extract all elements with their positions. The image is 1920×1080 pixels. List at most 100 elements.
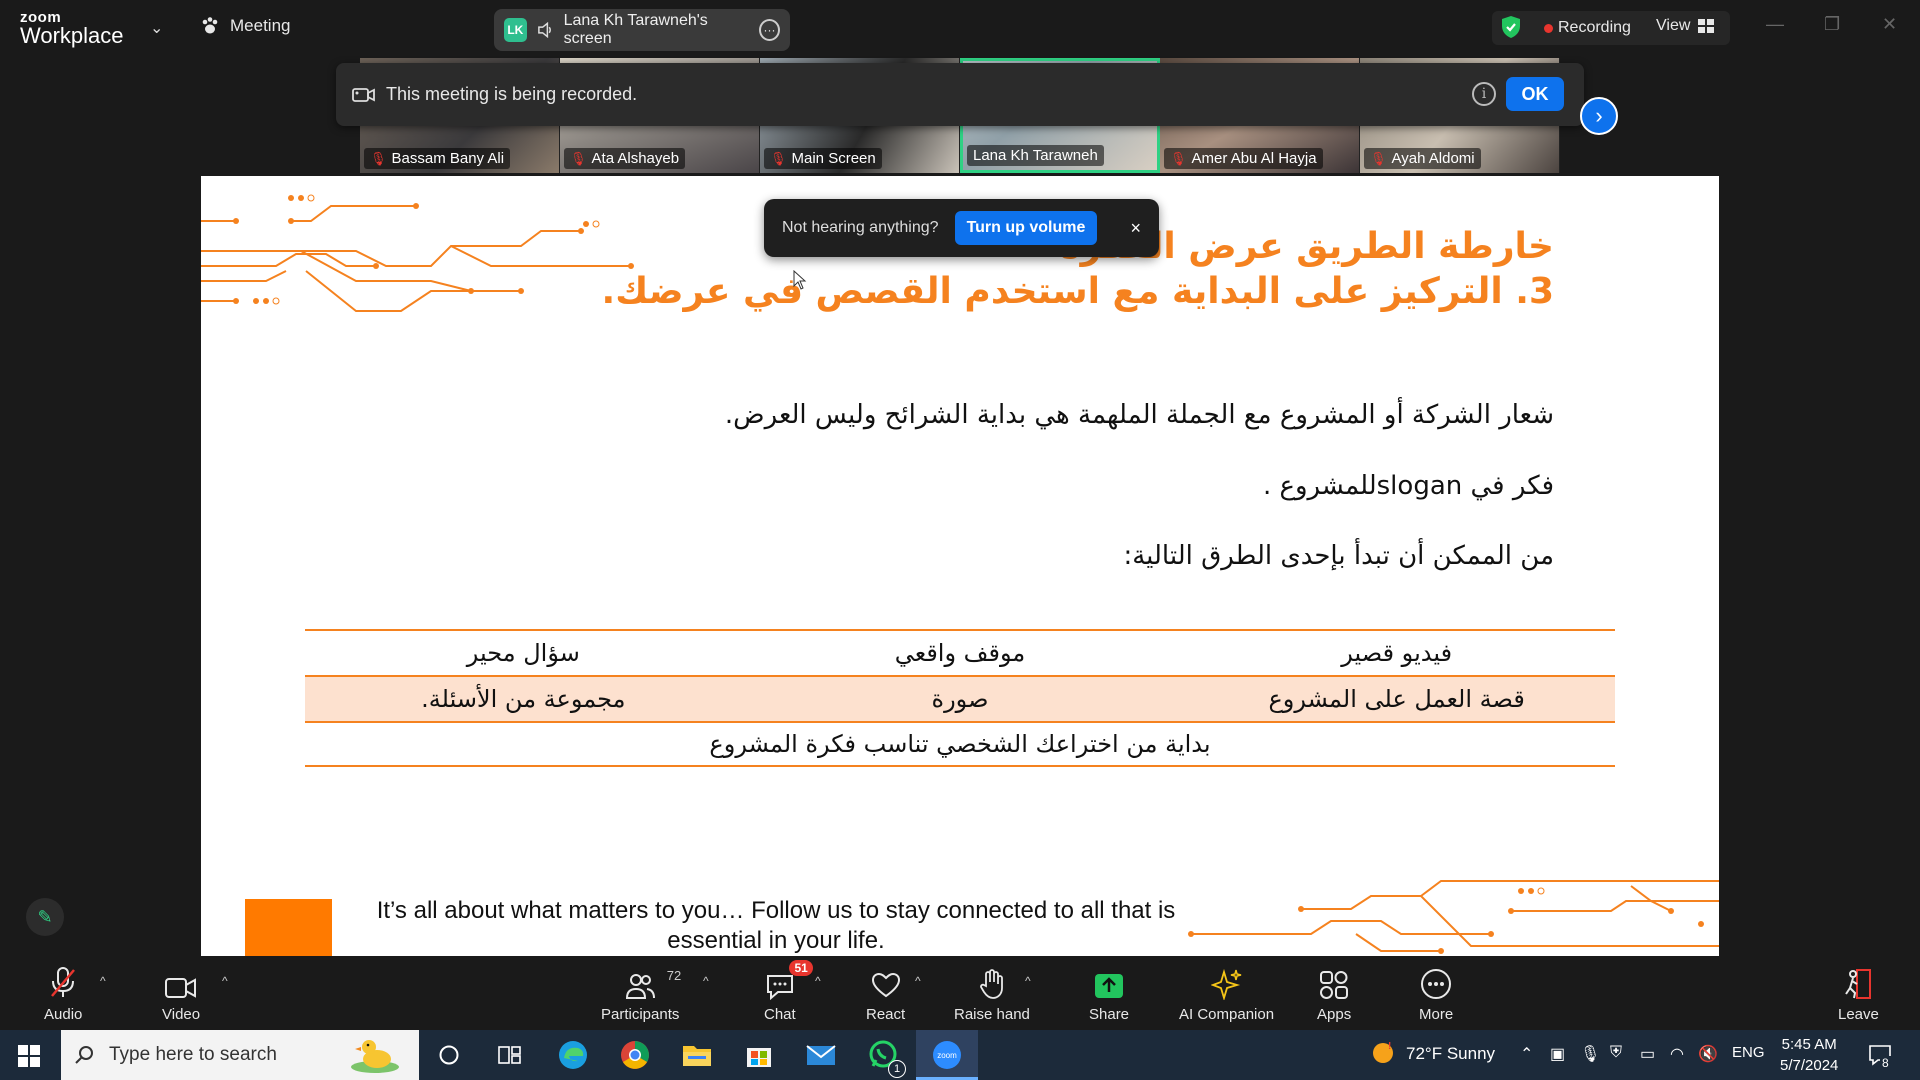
chevron-down-icon[interactable]: ⌄ bbox=[150, 18, 163, 38]
react-label: React bbox=[866, 1006, 906, 1023]
chevron-up-icon[interactable]: ^ bbox=[222, 974, 228, 988]
microphone-tray-icon[interactable]: 🎙 bbox=[1580, 1044, 1600, 1064]
ai-companion-label: AI Companion bbox=[1179, 1006, 1275, 1023]
weather-sun-icon[interactable]: ! bbox=[1370, 1040, 1396, 1066]
participant-name: Main Screen bbox=[791, 150, 876, 167]
turn-up-volume-button[interactable]: Turn up volume bbox=[954, 211, 1098, 245]
windows-start-icon[interactable] bbox=[18, 1045, 40, 1067]
leave-button[interactable]: Leave bbox=[1838, 966, 1879, 1023]
camera-tray-icon[interactable]: ▣ bbox=[1550, 1044, 1565, 1064]
logo-bottom-text: Workplace bbox=[20, 23, 124, 48]
whatsapp-notification-badge: 1 bbox=[888, 1060, 906, 1078]
participants-count: 72 bbox=[666, 968, 682, 983]
security-shield-icon[interactable] bbox=[1500, 15, 1522, 39]
sparkle-icon bbox=[1210, 966, 1243, 1000]
participant-name: Bassam Bany Ali bbox=[391, 150, 505, 167]
chevron-up-icon[interactable]: ^ bbox=[1025, 974, 1031, 988]
table-cell: مجموعة من الأسئلة. bbox=[421, 685, 626, 713]
slide-table: فيديو قصير موقف واقعي سؤال محير قصة العم… bbox=[305, 629, 1615, 767]
video-button[interactable]: Video bbox=[162, 966, 200, 1023]
chevron-up-icon[interactable]: ^ bbox=[915, 974, 921, 988]
chevron-up-icon[interactable]: ^ bbox=[703, 974, 709, 988]
table-cell: سؤال محير bbox=[466, 639, 580, 667]
share-button[interactable]: Share bbox=[1089, 966, 1129, 1023]
raise-hand-button[interactable]: Raise hand bbox=[954, 966, 1030, 1023]
view-button[interactable]: View bbox=[1656, 17, 1715, 35]
microsoft-store-icon[interactable] bbox=[742, 1038, 776, 1072]
view-label: View bbox=[1656, 17, 1691, 34]
wifi-icon[interactable]: ◠ bbox=[1670, 1044, 1684, 1064]
slide-text-line: شعار الشركة أو المشروع مع الجملة الملهمة… bbox=[724, 400, 1554, 430]
participants-button[interactable]: 72 Participants bbox=[601, 966, 682, 1023]
mic-muted-icon: 🎙 bbox=[570, 150, 587, 166]
chat-unread-badge: 51 bbox=[789, 960, 813, 976]
recording-banner: This meeting is being recorded. i OK bbox=[336, 63, 1584, 126]
clock-time: 5:45 AM bbox=[1781, 1036, 1837, 1053]
recording-banner-text: This meeting is being recorded. bbox=[386, 84, 638, 104]
mic-muted-icon: 🎙 bbox=[1370, 150, 1387, 166]
shared-screen-pill[interactable]: LK Lana Kh Tarawneh's screen ··· bbox=[494, 9, 790, 51]
slide-text-line: من الممكن أن تبدأ بإحدى الطرق التالية: bbox=[1123, 541, 1554, 571]
next-page-arrow-icon[interactable]: › bbox=[1580, 97, 1618, 135]
audio-button[interactable]: Audio bbox=[44, 966, 82, 1023]
edge-browser-icon[interactable] bbox=[556, 1038, 590, 1072]
mail-icon[interactable] bbox=[804, 1038, 838, 1072]
recording-label[interactable]: Recording bbox=[1558, 19, 1631, 37]
taskbar-search-box[interactable]: Type here to search bbox=[61, 1030, 419, 1080]
info-icon[interactable]: i bbox=[1472, 82, 1496, 106]
chat-bubble-icon: 51 bbox=[765, 960, 813, 1000]
participant-name: Lana Kh Tarawneh bbox=[973, 147, 1098, 164]
shared-slide: خارطة الطريق عرض الفكرة 3. التركيز على ا… bbox=[201, 176, 1719, 956]
video-label: Video bbox=[162, 1006, 201, 1023]
chevron-up-icon[interactable]: ^ bbox=[815, 974, 821, 988]
chat-button[interactable]: 51 Chat bbox=[764, 960, 813, 1023]
grid-view-icon bbox=[1698, 19, 1715, 33]
table-row: قصة العمل على المشروع صورة مجموعة من الأ… bbox=[305, 675, 1615, 721]
more-dots-icon bbox=[1420, 966, 1452, 1000]
table-cell: صورة bbox=[931, 685, 989, 713]
close-window-icon[interactable]: ✕ bbox=[1882, 14, 1897, 35]
heart-react-icon bbox=[871, 966, 901, 1000]
search-icon bbox=[75, 1046, 93, 1064]
network-security-icon[interactable]: ⛨ bbox=[1610, 1044, 1622, 1062]
participant-name: Amer Abu Al Hayja bbox=[1191, 150, 1317, 167]
audio-toast: Not hearing anything? Turn up volume × bbox=[764, 199, 1159, 257]
chat-label: Chat bbox=[764, 1006, 796, 1023]
volume-muted-icon[interactable]: 🔇 bbox=[1698, 1044, 1718, 1064]
chevron-up-icon[interactable]: ⌃ bbox=[1520, 1044, 1533, 1064]
slide-footer-text: It’s all about what matters to you… Foll… bbox=[376, 897, 1176, 954]
participants-label: Participants bbox=[601, 1006, 680, 1023]
task-view-icon[interactable] bbox=[498, 1044, 522, 1066]
weather-text[interactable]: 72°F Sunny bbox=[1406, 1044, 1495, 1064]
zoom-taskbar-active[interactable]: zoom bbox=[916, 1030, 978, 1080]
ai-companion-button[interactable]: AI Companion bbox=[1179, 966, 1274, 1023]
ok-button[interactable]: OK bbox=[1506, 77, 1564, 111]
maximize-icon[interactable]: ❐ bbox=[1824, 14, 1840, 35]
more-options-icon[interactable]: ··· bbox=[759, 19, 780, 41]
chrome-browser-icon[interactable] bbox=[618, 1038, 652, 1072]
raise-hand-icon bbox=[978, 966, 1006, 1000]
zoom-app-icon: zoom bbox=[933, 1041, 961, 1069]
more-button[interactable]: More bbox=[1419, 966, 1453, 1023]
clock-date: 5/7/2024 bbox=[1780, 1057, 1839, 1074]
annotate-pen-icon[interactable]: ✎ bbox=[26, 898, 64, 936]
language-indicator[interactable]: ENG bbox=[1732, 1044, 1765, 1061]
file-explorer-icon[interactable] bbox=[680, 1038, 714, 1072]
apps-button[interactable]: Apps bbox=[1317, 966, 1351, 1023]
slide-text-line: فكر في sloganللمشروع . bbox=[1262, 471, 1554, 501]
meeting-menu[interactable]: Meeting bbox=[200, 16, 290, 36]
react-button[interactable]: React bbox=[866, 966, 905, 1023]
apps-label: Apps bbox=[1317, 1006, 1352, 1023]
slide-subtitle: 3. التركيز على البداية مع استخدم القصص ف… bbox=[601, 271, 1554, 312]
zoom-window: zoom Workplace ⌄ Meeting LK Lana Kh Tara… bbox=[0, 0, 1920, 1080]
close-icon[interactable]: × bbox=[1130, 218, 1141, 239]
battery-icon[interactable]: ▭ bbox=[1640, 1044, 1655, 1064]
mic-muted-icon bbox=[48, 966, 78, 1000]
taskbar-clock[interactable]: 5:45 AM 5/7/2024 bbox=[1780, 1034, 1838, 1076]
record-dot-icon bbox=[1544, 24, 1553, 33]
minimize-icon[interactable]: — bbox=[1766, 14, 1784, 35]
raise-hand-label: Raise hand bbox=[954, 1006, 1030, 1023]
mic-muted-icon: 🎙 bbox=[1170, 150, 1187, 166]
cortana-icon[interactable] bbox=[438, 1044, 460, 1066]
chevron-up-icon[interactable]: ^ bbox=[100, 974, 106, 988]
